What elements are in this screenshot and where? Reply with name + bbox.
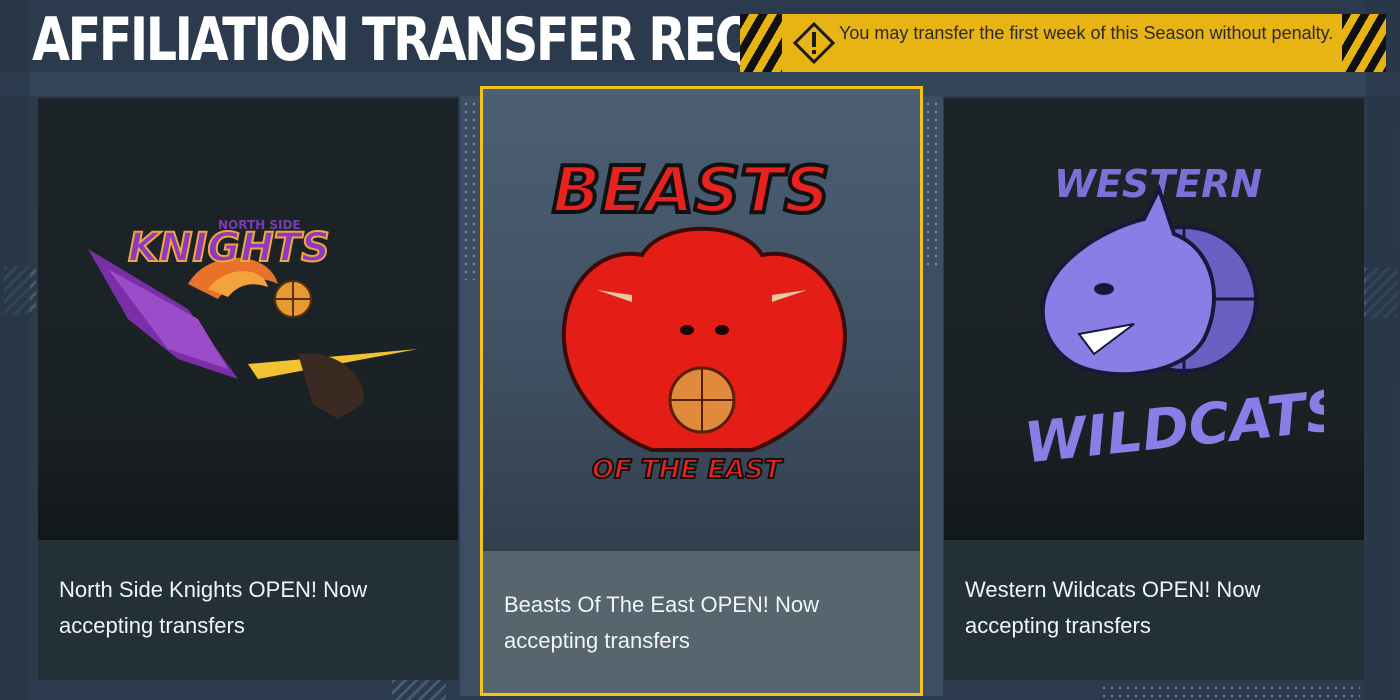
card-caption: Beasts Of The East OPEN! Now accepting t…: [483, 551, 920, 693]
team-card-western-wildcats[interactable]: WESTERN WILDCATS Western Wildcats OPEN! …: [944, 98, 1364, 680]
hazard-stripes-right: [1342, 14, 1386, 72]
north-side-knights-logo: NORTH SIDE KNIGHTS: [88, 218, 418, 419]
card-art: BEASTS OF THE EAST: [483, 89, 920, 551]
warning-diamond-icon: [786, 14, 842, 72]
card-art: WESTERN WILDCATS: [944, 98, 1364, 540]
notice-text: You may transfer the first week of this …: [839, 23, 1334, 43]
notice-banner: You may transfer the first week of this …: [740, 14, 1386, 72]
card-art: NORTH SIDE KNIGHTS: [38, 98, 458, 540]
card-caption-text: Beasts Of The East OPEN! Now accepting t…: [504, 592, 820, 653]
logo-text-main: KNIGHTS: [128, 225, 330, 271]
logo-text-main: BEASTS: [552, 154, 830, 228]
beasts-of-the-east-logo: BEASTS OF THE EAST: [550, 152, 847, 486]
logo-text-main: WILDCATS: [1021, 378, 1324, 476]
card-caption-text: Western Wildcats OPEN! Now accepting tra…: [965, 577, 1261, 638]
team-card-north-side-knights[interactable]: NORTH SIDE KNIGHTS North Side Knights OP…: [38, 98, 458, 680]
card-caption: North Side Knights OPEN! Now accepting t…: [38, 540, 458, 680]
card-caption: Western Wildcats OPEN! Now accepting tra…: [944, 540, 1364, 680]
hazard-stripes-left: [740, 14, 782, 72]
card-caption-text: North Side Knights OPEN! Now accepting t…: [59, 577, 368, 638]
team-card-beasts-of-the-east[interactable]: BEASTS OF THE EAST Beasts Of The East OP…: [480, 86, 923, 696]
western-wildcats-logo: WESTERN WILDCATS: [1021, 162, 1324, 476]
logo-text-sub: OF THE EAST: [592, 455, 784, 485]
